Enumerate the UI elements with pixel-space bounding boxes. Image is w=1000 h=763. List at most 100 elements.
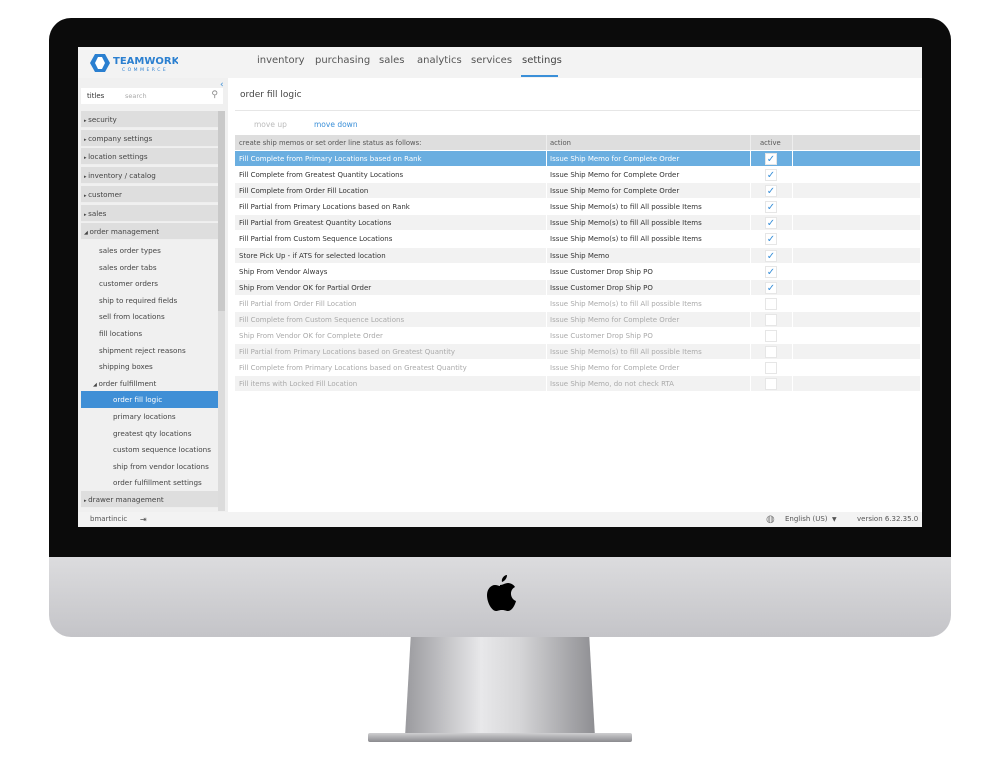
sidebar-item-sell-from-locations[interactable]: sell from locations [81, 308, 218, 325]
nav-purchasing[interactable]: purchasing [315, 55, 370, 66]
table-row[interactable]: Ship From Vendor OK for Partial Order Iss… [235, 279, 920, 296]
sidebar-item-sales-order-tabs[interactable]: sales order tabs [81, 259, 218, 276]
active-checkbox[interactable] [765, 346, 777, 359]
active-checkbox[interactable]: ✓ [765, 249, 777, 262]
table-row[interactable]: Fill Complete from Custom Sequence Locat… [235, 311, 920, 329]
app-screen: TEAMWORK COMMERCE inventory purchasing s… [78, 47, 922, 527]
table-row[interactable]: Ship From Vendor Always Issue Customer Dr… [235, 263, 920, 280]
table-row[interactable]: Fill Complete from Primary Locations bas… [235, 151, 920, 168]
table-row[interactable]: Fill items with Locked Fill Location Issu… [235, 376, 920, 393]
sidebar-item-sales[interactable]: ▸ sales [81, 204, 218, 222]
nav-sales[interactable]: sales [379, 55, 404, 66]
sidebar-item-location-settings[interactable]: ▸ location settings [81, 148, 218, 166]
nav-settings[interactable]: settings [522, 55, 562, 66]
sidebar-item-label: ship to required fields [99, 295, 178, 305]
move-down-button[interactable]: move down [314, 120, 358, 129]
sidebar-item-label: fill locations [99, 328, 143, 338]
rule-cell: Fill Partial from Primary Locations base… [239, 348, 456, 357]
checkmark-icon: ✓ [766, 218, 776, 230]
sidebar-item-greatest-qty-locations[interactable]: greatest qty locations [81, 425, 218, 442]
active-checkbox[interactable] [765, 330, 777, 343]
sidebar-item-inventory-catalog[interactable]: ▸ inventory / catalog [81, 167, 218, 185]
active-checkbox[interactable]: ✓ [765, 233, 777, 246]
action-cell: Issue Ship Memo(s) to fill All possible … [550, 219, 702, 228]
sidebar-item-customer[interactable]: ▸ customer [81, 185, 218, 203]
search-icon[interactable]: ⚲ [211, 90, 218, 100]
sidebar-item-primary-locations[interactable]: primary locations [81, 408, 218, 425]
active-checkbox[interactable]: ✓ [765, 201, 777, 214]
sidebar-item-order-fill-logic[interactable]: order fill logic [81, 391, 218, 409]
nav-services[interactable]: services [471, 55, 512, 66]
nav-analytics[interactable]: analytics [417, 55, 462, 66]
sidebar-item-label: location settings [88, 152, 148, 162]
sidebar-item-ship-to-required-fields[interactable]: ship to required fields [81, 292, 218, 309]
table-row[interactable]: Fill Partial from Custom Sequence Locati… [235, 231, 920, 248]
sidebar-item-label: shipment reject reasons [99, 345, 186, 355]
top-header: TEAMWORK COMMERCE inventory purchasing s… [78, 47, 922, 78]
active-checkbox[interactable] [765, 378, 777, 391]
sidebar-item-company-settings[interactable]: ▸ company settings [81, 129, 218, 147]
sidebar-item-label: order management [89, 227, 160, 237]
active-checkbox[interactable] [765, 362, 777, 375]
search-scope-label: titles [87, 92, 105, 100]
sidebar-item-shipping-boxes[interactable]: shipping boxes [81, 358, 218, 375]
sidebar-item-order-fulfillment[interactable]: ◢ order fulfillment [81, 375, 218, 392]
sidebar: ‹ titles search ⚲ ▸ security ▸ company se… [78, 78, 228, 512]
sidebar-item-ship-from-vendor-locations[interactable]: ship from vendor locations [81, 458, 218, 475]
sidebar-item-drawer-management[interactable]: ▸ drawer management [81, 490, 218, 508]
action-cell: Issue Ship Memo for Complete Order [550, 315, 680, 324]
table-row[interactable]: Fill Complete from Greatest Quantity Loc… [235, 167, 920, 184]
column-header-active[interactable]: active [760, 135, 781, 151]
sidebar-item-custom-sequence-locations[interactable]: custom sequence locations [81, 441, 218, 458]
active-checkbox[interactable]: ✓ [765, 169, 777, 182]
rule-cell: Fill Partial from Greatest Quantity Loca… [239, 219, 392, 228]
action-cell: Issue Ship Memo(s) to fill All possible … [550, 203, 702, 212]
sidebar-item-sales-order-types[interactable]: sales order types [81, 242, 218, 259]
table-row[interactable]: Fill Partial from Primary Locations base… [235, 344, 920, 361]
table-row[interactable]: Store Pick Up - if ATS for selected loca… [235, 247, 920, 264]
checkmark-icon: ✓ [766, 282, 776, 294]
rule-cell: Fill Complete from Order Fill Location [239, 187, 369, 196]
sidebar-item-label: greatest qty locations [113, 428, 192, 438]
table-row[interactable]: Fill Partial from Primary Locations base… [235, 199, 920, 216]
action-cell: Issue Customer Drop Ship PO [550, 283, 653, 292]
table-row[interactable]: Fill Complete from Order Fill Location Is… [235, 183, 920, 200]
active-checkbox[interactable]: ✓ [765, 265, 777, 278]
sidebar-item-label: customer orders [99, 279, 159, 289]
active-checkbox[interactable]: ✓ [765, 153, 777, 165]
sidebar-scrollbar[interactable] [218, 111, 225, 511]
active-checkbox[interactable]: ✓ [765, 281, 777, 294]
rule-cell: Fill Partial from Custom Sequence Locati… [239, 235, 393, 244]
language-select[interactable]: English (US) [785, 512, 828, 527]
svg-text:COMMERCE: COMMERCE [122, 67, 168, 73]
sidebar-search[interactable]: titles search ⚲ [81, 88, 223, 104]
active-checkbox[interactable] [765, 313, 777, 326]
sidebar-item-fill-locations[interactable]: fill locations [81, 325, 218, 342]
scrollbar-thumb[interactable] [218, 111, 225, 311]
sidebar-item-shipment-reject-reasons[interactable]: shipment reject reasons [81, 342, 218, 359]
sidebar-item-customer-orders[interactable]: customer orders [81, 275, 218, 292]
table-row[interactable]: Ship From Vendor OK for Complete Order Is… [235, 328, 920, 345]
rule-cell: Fill Partial from Order Fill Location [239, 299, 357, 308]
active-checkbox[interactable] [765, 297, 777, 310]
sidebar-item-label: security [88, 115, 117, 124]
column-header-action[interactable]: action [550, 135, 571, 151]
sidebar-item-label: primary locations [113, 411, 176, 421]
checkmark-icon: ✓ [766, 234, 776, 246]
action-cell: Issue Customer Drop Ship PO [550, 267, 653, 276]
logout-icon[interactable]: ⇥ [140, 512, 147, 527]
sidebar-item-order-management[interactable]: ◢ order management [81, 223, 218, 241]
table-row[interactable]: Fill Partial from Greatest Quantity Loca… [235, 215, 920, 232]
table-row[interactable]: Fill Partial from Order Fill Location Iss… [235, 295, 920, 312]
sidebar-item-order-fulfillment-settings[interactable]: order fulfillment settings [81, 474, 218, 491]
status-bar: bmartincic ⇥ ◍ English (US) ▼ version 6.… [78, 512, 922, 527]
chevron-down-icon[interactable]: ▼ [832, 512, 837, 527]
column-header-rule[interactable]: create ship memos or set order line stat… [239, 135, 421, 151]
sidebar-item-security[interactable]: ▸ security [81, 111, 218, 128]
table-row[interactable]: Fill Complete from Primary Locations bas… [235, 360, 920, 377]
nav-inventory[interactable]: inventory [257, 55, 305, 66]
move-up-button[interactable]: move up [254, 120, 287, 129]
search-input[interactable]: search [125, 92, 147, 100]
active-checkbox[interactable]: ✓ [765, 217, 777, 230]
active-checkbox[interactable]: ✓ [765, 185, 777, 198]
